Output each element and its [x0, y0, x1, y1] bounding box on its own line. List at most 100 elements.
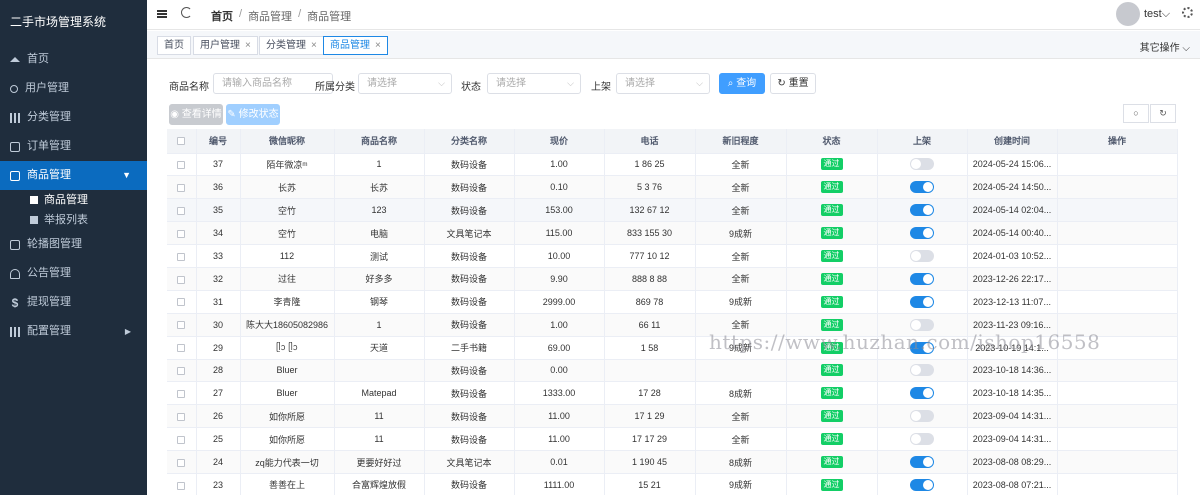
shelf-select[interactable]: 请选择 ⌵: [616, 73, 710, 94]
select-cell[interactable]: [167, 290, 197, 314]
close-icon[interactable]: ×: [311, 40, 317, 51]
shelf-toggle[interactable]: [910, 433, 934, 446]
row-checkbox[interactable]: [177, 321, 186, 330]
row-checkbox[interactable]: [177, 481, 186, 490]
select-cell[interactable]: [167, 359, 197, 383]
tab-products[interactable]: 商品管理 ×: [323, 36, 388, 55]
select-cell[interactable]: [167, 404, 197, 429]
menu-toggle-icon[interactable]: [157, 10, 167, 18]
row-checkbox[interactable]: [177, 344, 186, 353]
shelf-toggle[interactable]: [910, 250, 934, 262]
close-icon[interactable]: ×: [375, 40, 381, 51]
col-header[interactable]: 状态: [786, 129, 878, 154]
select-all-checkbox[interactable]: [167, 129, 197, 154]
col-header[interactable]: 现价: [514, 129, 605, 154]
row-checkbox[interactable]: [177, 252, 186, 261]
table-row[interactable]: 35 空竹 123 数码设备 153.00 132 67 12 全新 通过 2024-05-14…: [167, 198, 1178, 223]
table-row[interactable]: 31 李青隆 钢琴 数码设备 2999.00 869 78 9成新 通过 2023-12-13 …: [167, 290, 1178, 314]
sidebar-item-users[interactable]: 用户管理: [0, 74, 147, 103]
shelf-toggle[interactable]: [910, 272, 934, 285]
search-toggle-button[interactable]: ○: [1123, 104, 1149, 123]
col-header[interactable]: 创建时间: [967, 129, 1058, 154]
reset-button[interactable]: ↻ 重置: [770, 73, 816, 94]
shelf-toggle[interactable]: [910, 204, 934, 217]
sidebar-item-home[interactable]: 首页: [0, 45, 147, 74]
row-checkbox[interactable]: [177, 389, 186, 398]
sidebar-subitem-reports[interactable]: 举报列表: [0, 210, 147, 230]
more-operations-dropdown[interactable]: 其它操作 ⌵: [1140, 39, 1190, 54]
user-menu[interactable]: test⌵: [1144, 8, 1170, 21]
shelf-toggle[interactable]: [910, 295, 934, 308]
select-cell[interactable]: [167, 427, 197, 452]
table-row[interactable]: 25 如你所愿 11 数码设备 11.00 17 17 29 全新 通过 2023-09-04 …: [167, 427, 1178, 452]
close-icon[interactable]: ×: [245, 40, 251, 51]
table-row[interactable]: 36 长苏 长苏 数码设备 0.10 5 3 76 全新 通过 2024-05-24 14:50…: [167, 175, 1178, 200]
col-header[interactable]: 编号: [196, 129, 241, 154]
sidebar-item-withdraw[interactable]: $ 提现管理: [0, 288, 147, 317]
col-header[interactable]: 微信昵称: [240, 129, 335, 154]
view-detail-button[interactable]: ◉ 查看详情: [169, 104, 223, 125]
sidebar-subitem-products[interactable]: 商品管理: [0, 190, 147, 210]
shelf-toggle[interactable]: [910, 341, 934, 354]
table-row[interactable]: 33 112 测试 数码设备 10.00 777 10 12 全新 通过 2024-01-03 …: [167, 244, 1178, 268]
shelf-toggle[interactable]: [910, 158, 934, 171]
row-checkbox[interactable]: [177, 161, 186, 170]
select-cell[interactable]: [167, 198, 197, 223]
shelf-toggle[interactable]: [910, 478, 934, 491]
select-cell[interactable]: [167, 336, 197, 360]
shelf-toggle[interactable]: [910, 364, 934, 377]
table-row[interactable]: 26 如你所愿 11 数码设备 11.00 17 1 29 全新 通过 2023-09-04 1…: [167, 404, 1178, 429]
select-cell[interactable]: [167, 450, 197, 474]
col-header[interactable]: 电话: [604, 129, 696, 154]
shelf-toggle[interactable]: [910, 181, 934, 194]
shelf-toggle[interactable]: [910, 387, 934, 400]
row-checkbox[interactable]: [177, 298, 186, 307]
table-row[interactable]: 24 zq能力代表一切 更要好好过 文具笔记本 0.01 1 190 45 8成新 通过 202…: [167, 450, 1178, 474]
row-checkbox[interactable]: [177, 275, 186, 284]
sidebar-item-orders[interactable]: 订单管理: [0, 132, 147, 161]
refresh-button[interactable]: ↻: [1150, 104, 1176, 123]
sidebar-item-products[interactable]: 商品管理 ▼: [0, 161, 147, 190]
row-checkbox[interactable]: [177, 206, 186, 215]
select-cell[interactable]: [167, 153, 197, 177]
sidebar-item-categories[interactable]: 分类管理: [0, 103, 147, 132]
table-row[interactable]: 27 Bluer Matepad 数码设备 1333.00 17 28 8成新 通过 2023-…: [167, 381, 1178, 406]
category-select[interactable]: 请选择 ⌵: [358, 73, 452, 94]
row-checkbox[interactable]: [177, 412, 186, 421]
table-row[interactable]: 37 陌年微凉ᵐ 1 数码设备 1.00 1 86 25 全新 通过 2024-05-24 15…: [167, 153, 1178, 177]
avatar[interactable]: [1116, 2, 1140, 26]
col-header[interactable]: 新旧程度: [695, 129, 787, 154]
checkbox[interactable]: [177, 137, 186, 146]
shelf-toggle[interactable]: [910, 318, 934, 331]
col-header[interactable]: 商品名称: [334, 129, 425, 154]
col-header[interactable]: 操作: [1057, 129, 1178, 154]
sidebar-item-config[interactable]: 配置管理 ▶: [0, 317, 147, 346]
select-cell[interactable]: [167, 244, 197, 268]
status-select[interactable]: 请选择 ⌵: [487, 73, 581, 94]
select-cell[interactable]: [167, 313, 197, 337]
search-button[interactable]: ⌕ 查询: [719, 73, 765, 94]
select-cell[interactable]: [167, 267, 197, 291]
table-row[interactable]: 28 Bluer 数码设备 0.00 通过 2023-10-18 14:36...: [167, 359, 1178, 383]
row-checkbox[interactable]: [177, 435, 186, 444]
table-row[interactable]: 23 善善在上 合富辉煌放假 数码设备 1111.00 15 21 9成新 通过 2023-08…: [167, 473, 1178, 495]
col-header[interactable]: 上架: [877, 129, 968, 154]
tab-home[interactable]: 首页: [157, 36, 191, 55]
edit-status-button[interactable]: ✎ 修改状态: [226, 104, 280, 125]
sidebar-item-notices[interactable]: 公告管理: [0, 259, 147, 288]
select-cell[interactable]: [167, 175, 197, 200]
shelf-toggle[interactable]: [910, 410, 934, 423]
shelf-toggle[interactable]: [910, 456, 934, 469]
select-cell[interactable]: [167, 473, 197, 495]
table-row[interactable]: 32 过往 好多多 数码设备 9.90 888 8 88 全新 通过 2023-12-26 22…: [167, 267, 1178, 291]
select-cell[interactable]: [167, 221, 197, 246]
table-row[interactable]: 30 陈大大18605082986 1 数码设备 1.00 66 11 全新 通过 2023-1…: [167, 313, 1178, 337]
sidebar-item-carousel[interactable]: 轮播图管理: [0, 230, 147, 259]
row-checkbox[interactable]: [177, 229, 186, 238]
table-row[interactable]: 29 ᥫᩣ ᥫᩣ 天道 二手书籍 69.00 1 58 9成新 通过 2023-10-19 14…: [167, 336, 1178, 360]
refresh-icon[interactable]: [181, 7, 192, 18]
row-checkbox[interactable]: [177, 367, 186, 376]
col-header[interactable]: 分类名称: [424, 129, 515, 154]
gear-icon[interactable]: [1182, 7, 1193, 18]
tab-categories[interactable]: 分类管理 ×: [259, 36, 324, 55]
